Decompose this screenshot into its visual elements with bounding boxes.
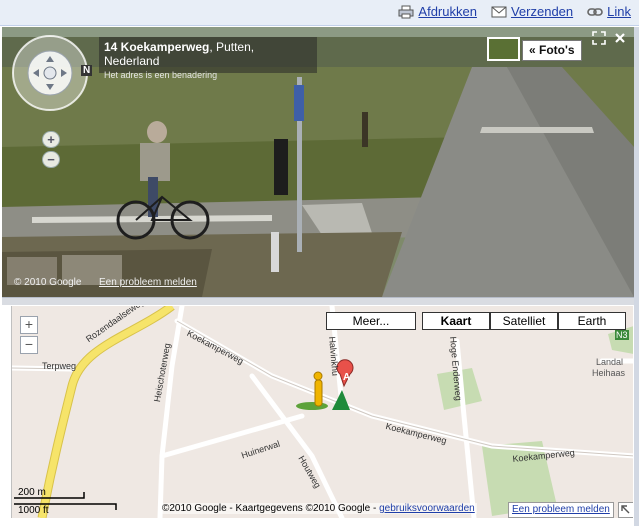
streetview-zoom-out-button[interactable]: − (42, 151, 60, 168)
terms-link[interactable]: gebruiksvoorwaarden (379, 503, 475, 514)
map-resize-corner[interactable] (618, 502, 633, 518)
window-right-edge (634, 27, 639, 526)
envelope-icon (491, 6, 507, 17)
print-label: Afdrukken (418, 4, 477, 19)
top-links: Afdrukken Verzenden Link (398, 4, 631, 19)
road-label-terpweg: Terpweg (42, 361, 77, 371)
streetview-copyright: © 2010 Google (14, 277, 82, 288)
marker-a-label[interactable]: A (343, 372, 350, 383)
top-link-bar: Afdrukken Verzenden Link (0, 0, 639, 26)
send-link[interactable]: Verzenden (491, 4, 573, 19)
compass-north-label: N (81, 65, 93, 76)
link-label: Link (607, 4, 631, 19)
address-street: 14 Koekamperweg (104, 40, 210, 54)
map-zoom-out-button[interactable]: − (20, 336, 38, 354)
map-copyright: ©2010 Google - Kaartgegevens ©2010 Googl… (160, 503, 477, 514)
photos-button[interactable]: « Foto's (522, 40, 582, 61)
address-overlay: 14 Koekamperweg, Putten, Nederland Het a… (99, 37, 317, 80)
map-type-satelliet-button[interactable]: Satelliet (490, 312, 558, 330)
fullscreen-icon[interactable] (592, 31, 606, 45)
address-line: 14 Koekamperweg, Putten, Nederland (104, 40, 312, 68)
link-link[interactable]: Link (587, 4, 631, 19)
pane-divider[interactable] (2, 297, 634, 305)
chain-link-icon (587, 7, 603, 16)
map-zoom-control: + − (20, 316, 38, 356)
street-view-page: Afdrukken Verzenden Link N + − 14 Koekam… (0, 0, 639, 526)
send-label: Verzenden (510, 4, 574, 19)
street-view-panorama[interactable]: N + − 14 Koekamperweg, Putten, Nederland… (2, 27, 634, 297)
map-zoom-in-button[interactable]: + (20, 316, 38, 334)
map-type-kaart-button[interactable]: Kaart (422, 312, 490, 330)
map-type-earth-button[interactable]: Earth (558, 312, 626, 330)
scale-metric-label: 200 m (18, 487, 46, 498)
pan-control-icon[interactable] (30, 53, 70, 93)
poi-label-heihaas: Heihaas (592, 368, 626, 378)
close-icon[interactable] (614, 32, 626, 44)
poi-label-landal: Landal (596, 357, 624, 367)
streetview-zoom-control: + − (42, 131, 60, 168)
print-link[interactable]: Afdrukken (398, 4, 477, 19)
road-shield-n3: N3 (615, 330, 629, 340)
scale-imperial-label: 1000 ft (18, 505, 49, 516)
printer-icon (398, 5, 414, 18)
streetview-zoom-in-button[interactable]: + (42, 131, 60, 148)
streetview-report-link[interactable]: Een probleem melden (99, 277, 197, 288)
map-report-link[interactable]: Een probleem melden (508, 502, 614, 518)
photo-thumbnail[interactable] (487, 37, 520, 61)
resize-arrow-icon (621, 505, 630, 514)
address-note: Het adres is een benadering (104, 70, 218, 80)
map-type-more-button[interactable]: Meer... (326, 312, 416, 330)
map-scale-bar: 200 m 1000 ft (12, 484, 122, 516)
map-pane[interactable]: Rozendaalseweg Terpweg Heischoterweg Koe… (11, 306, 633, 518)
street-view-image (2, 27, 634, 297)
map-copyright-text: ©2010 Google - Kaartgegevens ©2010 Googl… (162, 503, 380, 514)
